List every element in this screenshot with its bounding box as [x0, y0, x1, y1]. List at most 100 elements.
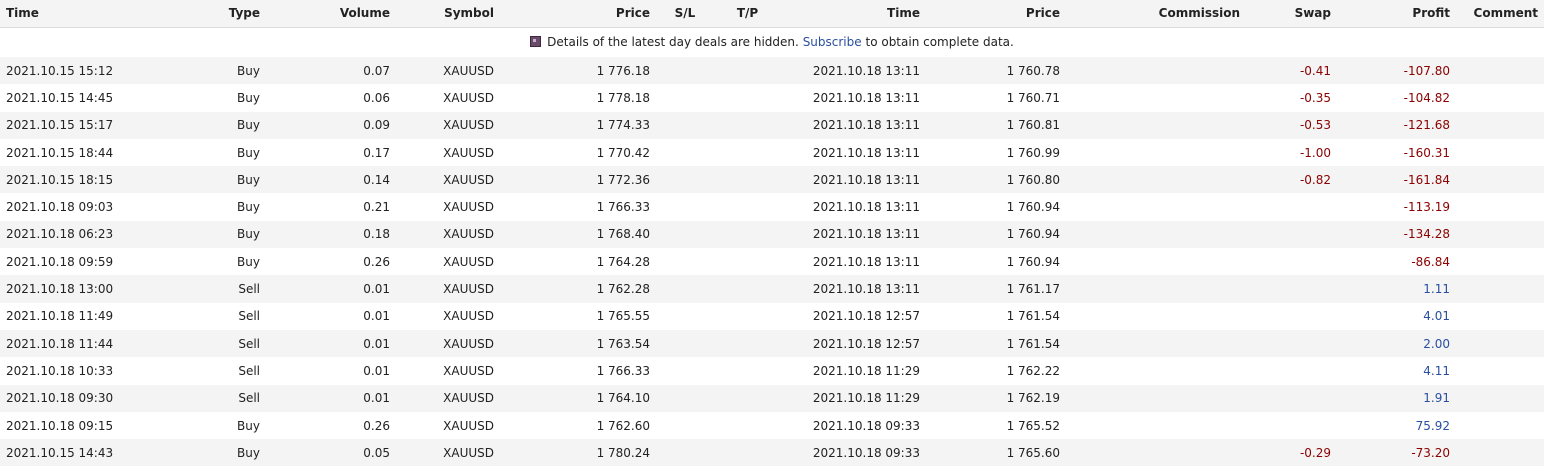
cell-symbol: XAUUSD	[443, 363, 494, 378]
col-header-profit[interactable]: Profit	[1331, 0, 1450, 27]
cell-commission	[1060, 139, 1240, 166]
col-header-time-close[interactable]: Time	[775, 0, 920, 27]
table-row: 2021.10.15 18:15 Buy 0.14 XAUUSD 1 772.36 202…	[0, 166, 1544, 194]
cell-type: Buy	[237, 254, 260, 269]
cell-type: Buy	[237, 118, 260, 133]
cell-symbol: XAUUSD	[443, 172, 494, 187]
notice-text-before: Details of the latest day deals are hidd…	[547, 35, 799, 50]
col-header-sl[interactable]: S/L	[650, 0, 720, 27]
cell-time-open: 2021.10.18 09:59	[6, 254, 114, 269]
deals-table: Time Type Volume Symbol Price S/L T/P Ti…	[0, 0, 1544, 467]
cell-symbol: XAUUSD	[443, 254, 494, 269]
cell-commission	[1060, 57, 1240, 84]
cell-time-close: 2021.10.18 12:57	[812, 336, 920, 351]
cell-time-close: 2021.10.18 09:33	[812, 418, 920, 433]
cell-symbol: XAUUSD	[443, 391, 494, 406]
cell-time-open: 2021.10.15 14:45	[6, 90, 114, 105]
cell-comment	[1450, 385, 1544, 412]
cell-price-open: 1 766.33	[596, 200, 650, 215]
cell-comment	[1450, 330, 1544, 357]
col-header-price-open[interactable]: Price	[510, 0, 650, 27]
cell-time-open: 2021.10.18 09:15	[6, 418, 114, 433]
table-row: 2021.10.15 14:43 Buy 0.05 XAUUSD 1 780.24 202…	[0, 439, 1544, 467]
cell-volume: 0.21	[363, 200, 390, 215]
table-row: 2021.10.18 13:00 Sell 0.01 XAUUSD 1 762.28 20…	[0, 275, 1544, 303]
cell-commission	[1060, 248, 1240, 275]
cell-type: Buy	[237, 63, 260, 78]
cell-comment	[1450, 193, 1544, 220]
cell-swap	[1240, 193, 1331, 220]
cell-volume: 0.01	[363, 336, 390, 351]
table-row: 2021.10.18 09:03 Buy 0.21 XAUUSD 1 766.33 202…	[0, 193, 1544, 221]
cell-swap	[1240, 303, 1331, 330]
cell-time-close: 2021.10.18 12:57	[812, 309, 920, 324]
cell-profit: 75.92	[1415, 418, 1450, 433]
cell-sl	[650, 275, 720, 302]
cell-comment	[1450, 84, 1544, 111]
cell-swap: -0.41	[1299, 63, 1331, 78]
cell-time-open: 2021.10.18 09:03	[6, 200, 114, 215]
col-header-type[interactable]: Type	[150, 0, 260, 27]
cell-price-open: 1 774.33	[596, 118, 650, 133]
cell-tp	[720, 57, 775, 84]
cell-price-open: 1 764.28	[596, 254, 650, 269]
cell-symbol: XAUUSD	[443, 90, 494, 105]
cell-comment	[1450, 439, 1544, 466]
cell-type: Buy	[237, 145, 260, 160]
cell-type: Buy	[237, 445, 260, 460]
col-header-volume[interactable]: Volume	[260, 0, 390, 27]
col-header-tp[interactable]: T/P	[720, 0, 775, 27]
cell-type: Sell	[238, 363, 260, 378]
cell-type: Sell	[238, 336, 260, 351]
cell-profit: 4.01	[1423, 309, 1450, 324]
cell-time-open: 2021.10.18 13:00	[6, 282, 114, 297]
cell-price-close: 1 760.94	[1006, 254, 1060, 269]
table-row: 2021.10.15 14:45 Buy 0.06 XAUUSD 1 778.18 202…	[0, 84, 1544, 112]
cell-commission	[1060, 303, 1240, 330]
cell-symbol: XAUUSD	[443, 63, 494, 78]
cell-comment	[1450, 112, 1544, 139]
cell-time-open: 2021.10.15 15:12	[6, 63, 114, 78]
cell-price-open: 1 770.42	[596, 145, 650, 160]
cell-volume: 0.01	[363, 282, 390, 297]
cell-volume: 0.09	[363, 118, 390, 133]
cell-symbol: XAUUSD	[443, 227, 494, 242]
cell-time-open: 2021.10.18 11:49	[6, 309, 114, 324]
cell-volume: 0.05	[363, 445, 390, 460]
cell-time-close: 2021.10.18 11:29	[812, 391, 920, 406]
cell-sl	[650, 412, 720, 439]
cell-sl	[650, 221, 720, 248]
cell-profit: -121.68	[1403, 118, 1450, 133]
cell-volume: 0.01	[363, 309, 390, 324]
cell-price-close: 1 762.22	[1006, 363, 1060, 378]
lock-icon	[530, 36, 542, 48]
cell-tp	[720, 439, 775, 466]
cell-volume: 0.17	[363, 145, 390, 160]
cell-comment	[1450, 248, 1544, 275]
cell-time-close: 2021.10.18 13:11	[812, 254, 920, 269]
col-header-swap[interactable]: Swap	[1240, 0, 1331, 27]
col-header-comment[interactable]: Comment	[1450, 0, 1544, 27]
cell-time-open: 2021.10.15 15:17	[6, 118, 114, 133]
table-row: 2021.10.18 06:23 Buy 0.18 XAUUSD 1 768.40 202…	[0, 220, 1544, 249]
col-header-price-close[interactable]: Price	[920, 0, 1060, 27]
subscribe-link[interactable]: Subscribe	[803, 35, 862, 49]
cell-sl	[650, 303, 720, 330]
cell-price-close: 1 760.78	[1006, 63, 1060, 78]
cell-volume: 0.01	[363, 363, 390, 378]
cell-comment	[1450, 166, 1544, 193]
cell-time-close: 2021.10.18 13:11	[812, 172, 920, 187]
cell-time-close: 2021.10.18 13:11	[812, 200, 920, 215]
col-header-time-open[interactable]: Time	[0, 0, 150, 27]
cell-price-open: 1 772.36	[596, 172, 650, 187]
cell-profit: 2.00	[1423, 336, 1450, 351]
cell-price-close: 1 761.54	[1006, 336, 1060, 351]
cell-type: Buy	[237, 418, 260, 433]
cell-volume: 0.14	[363, 172, 390, 187]
col-header-commission[interactable]: Commission	[1060, 0, 1240, 27]
cell-commission	[1060, 330, 1240, 357]
col-header-symbol[interactable]: Symbol	[390, 0, 510, 27]
cell-swap: -0.53	[1299, 118, 1331, 133]
cell-time-close: 2021.10.18 13:11	[812, 90, 920, 105]
cell-price-close: 1 760.94	[1006, 200, 1060, 215]
